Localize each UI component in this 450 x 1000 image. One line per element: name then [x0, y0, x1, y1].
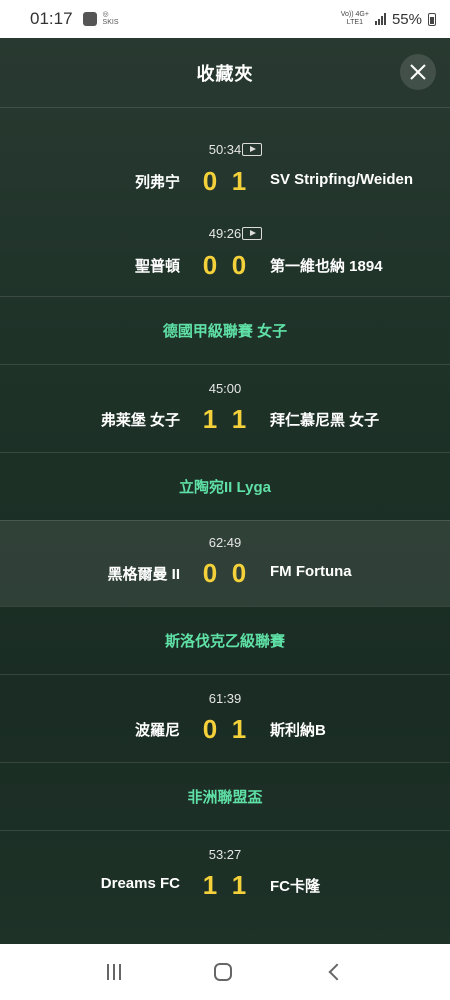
away-team: 第一維也納 1894 — [270, 258, 383, 275]
home-score: 1 — [202, 870, 218, 900]
match-clock: 50:34 — [208, 142, 242, 157]
home-icon[interactable] — [213, 963, 232, 981]
match-clock: 53:27 — [208, 847, 242, 862]
system-nav-bar — [0, 944, 450, 1000]
match-clock: 62:49 — [208, 535, 242, 550]
home-score: 1 — [202, 404, 218, 434]
match-clock: 49:26 — [208, 226, 242, 241]
away-score: 1 — [231, 404, 247, 434]
match-row[interactable]: 62:49 黑格爾曼 II 0 0 FM Fortuna — [0, 520, 450, 606]
away-score: 0 — [231, 250, 247, 280]
match-clock: 45:00 — [208, 381, 242, 396]
status-time: 01:17 — [30, 9, 73, 28]
recent-apps-icon[interactable] — [106, 964, 121, 980]
away-score: 1 — [231, 714, 247, 744]
page-title: 收藏夾 — [196, 63, 254, 84]
favorites-list: 50:34 列弗宁 0 1 SV Stripfing/Weiden 49:26 … — [0, 108, 450, 940]
status-bar: 01:17 ◎ SKIS Vo)) 4G+ LTE1 55% — [0, 0, 450, 38]
away-team: FM Fortuna — [270, 563, 352, 580]
notification-icon — [82, 12, 97, 26]
home-score: 0 — [202, 558, 218, 588]
match-row[interactable]: 61:39 波羅尼 0 1 斯利納B — [0, 674, 450, 762]
home-team: 弗莱堡 女子 — [100, 412, 180, 429]
home-team: 波羅尼 — [134, 722, 180, 739]
signal-icon — [374, 13, 386, 25]
home-team: 列弗宁 — [134, 174, 180, 191]
back-icon[interactable] — [328, 963, 346, 981]
match-row[interactable]: 45:00 弗莱堡 女子 1 1 拜仁慕尼黑 女子 — [0, 364, 450, 452]
match-row[interactable]: 49:26 聖普頓 0 0 第一維也納 1894 — [0, 192, 450, 296]
status-right: Vo)) 4G+ LTE1 55% — [341, 11, 436, 28]
close-button[interactable] — [400, 54, 436, 90]
home-score: 0 — [202, 250, 218, 280]
favorites-header: 收藏夾 — [0, 38, 450, 108]
home-team: 聖普頓 — [134, 258, 180, 275]
away-team: 斯利納B — [270, 722, 326, 739]
match-row[interactable]: 50:34 列弗宁 0 1 SV Stripfing/Weiden — [0, 108, 450, 196]
battery-icon — [428, 12, 436, 26]
league-header[interactable]: 德國甲級聯賽 女子 — [0, 296, 450, 364]
match-row[interactable]: 53:27 Dreams FC 1 1 FC卡隆 — [0, 830, 450, 940]
league-header[interactable]: 斯洛伐克乙級聯賽 — [0, 606, 450, 674]
home-score: 0 — [202, 714, 218, 744]
away-score: 1 — [231, 870, 247, 900]
league-header[interactable]: 非洲聯盟盃 — [0, 762, 450, 830]
home-team: 黑格爾曼 II — [107, 566, 180, 583]
away-team: 拜仁慕尼黑 女子 — [270, 412, 380, 429]
home-team: Dreams FC — [100, 875, 180, 892]
league-header[interactable]: 立陶宛II Lyga — [0, 452, 450, 520]
network-indicator: Vo)) 4G+ LTE1 — [340, 11, 369, 26]
live-video-icon[interactable] — [242, 227, 262, 240]
away-team: SV Stripfing/Weiden — [270, 171, 414, 188]
live-video-icon[interactable] — [242, 143, 262, 156]
battery-percent: 55% — [391, 10, 422, 28]
away-score: 0 — [231, 558, 247, 588]
match-clock: 61:39 — [208, 691, 242, 706]
skis-icon: ◎ SKIS — [102, 11, 119, 26]
close-icon — [410, 64, 426, 80]
away-team: FC卡隆 — [270, 878, 320, 895]
